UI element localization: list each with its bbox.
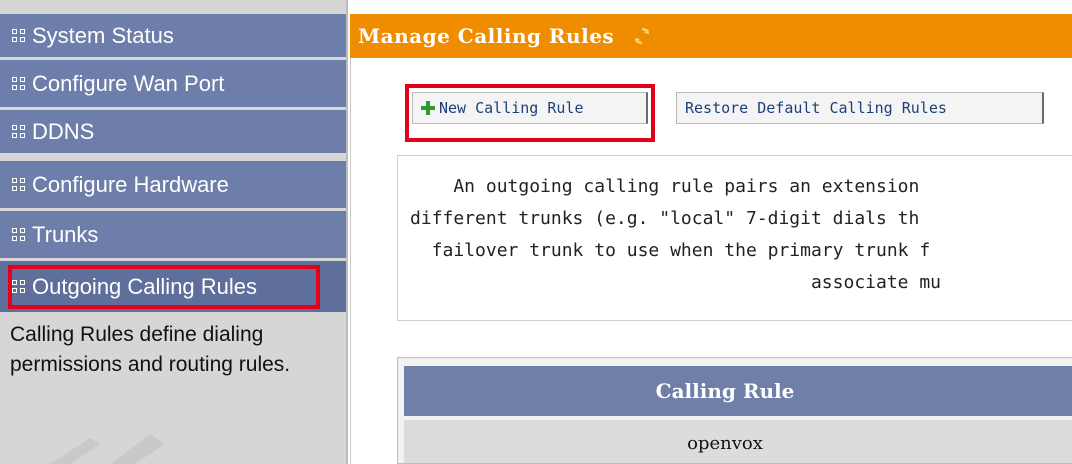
info-line: different trunks (e.g. "local" 7-digit d… xyxy=(410,208,920,229)
sidebar-item-outgoing-calling-rules[interactable]: Outgoing Calling Rules xyxy=(0,261,346,315)
info-line: An outgoing calling rule pairs an extens… xyxy=(410,176,920,197)
info-line: associate mu xyxy=(410,272,942,293)
restore-default-calling-rules-button[interactable]: Restore Default Calling Rules xyxy=(676,92,1044,124)
table-row[interactable]: openvox xyxy=(404,420,1072,463)
sidebar-item-label: Configure Wan Port xyxy=(32,70,225,96)
grid-icon xyxy=(12,227,26,242)
sidebar-item-trunks[interactable]: Trunks xyxy=(0,211,346,261)
sidebar-item-configure-wan-port[interactable]: Configure Wan Port xyxy=(0,60,346,110)
grid-icon xyxy=(12,279,26,294)
sidebar-item-configure-hardware[interactable]: Configure Hardware xyxy=(0,161,346,211)
sidebar-item-system-status[interactable]: System Status xyxy=(0,14,346,60)
page-header: Manage Calling Rules xyxy=(350,14,1072,58)
sidebar-description: Calling Rules define dialing permissions… xyxy=(10,323,291,376)
sidebar-item-label: System Status xyxy=(32,22,174,48)
restore-default-label: Restore Default Calling Rules xyxy=(685,99,947,117)
sidebar-item-label: Configure Hardware xyxy=(32,171,229,197)
refresh-icon[interactable] xyxy=(632,26,652,46)
table-header: Calling Rule xyxy=(404,366,1072,416)
grid-icon xyxy=(12,76,26,91)
calling-rules-table: Calling Rule openvox xyxy=(397,357,1072,464)
info-line: failover trunk to use when the primary t… xyxy=(410,240,931,261)
grid-icon xyxy=(12,177,26,192)
watermark-graphic xyxy=(30,430,190,464)
sidebar-item-ddns[interactable]: DDNS xyxy=(0,110,346,156)
sidebar: System Status Configure Wan Port DDNS Co… xyxy=(0,0,348,464)
grid-icon xyxy=(12,28,26,43)
info-box: An outgoing calling rule pairs an extens… xyxy=(397,155,1072,321)
highlight-outline xyxy=(8,265,320,309)
new-calling-rule-label: New Calling Rule xyxy=(439,99,584,117)
new-calling-rule-button[interactable]: New Calling Rule xyxy=(412,92,648,124)
plus-icon xyxy=(421,101,435,115)
page-title: Manage Calling Rules xyxy=(358,24,615,48)
sidebar-item-label: DDNS xyxy=(32,118,95,144)
sidebar-item-label: Trunks xyxy=(32,221,99,247)
grid-icon xyxy=(12,124,26,139)
